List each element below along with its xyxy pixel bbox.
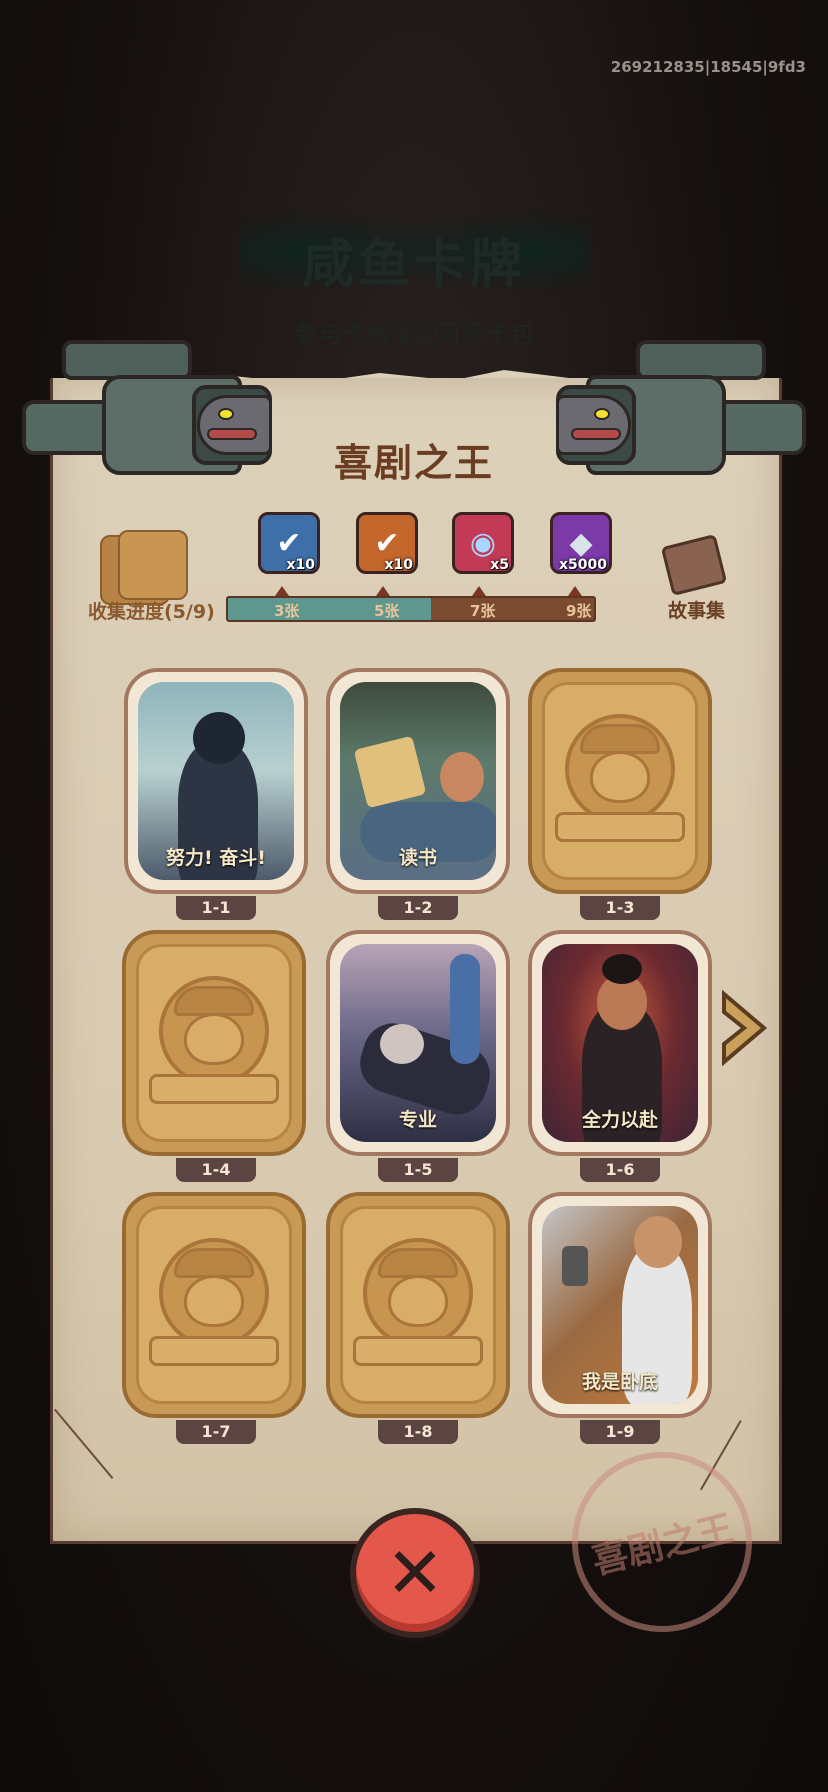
milestone-marker <box>568 586 582 596</box>
locked-card-art <box>340 1206 496 1404</box>
card-art: 专业 <box>340 944 496 1142</box>
milestone-label: 3张 <box>274 602 300 620</box>
background-title: 咸鱼卡牌 <box>301 235 526 295</box>
card-art: 努力! 奋斗! <box>138 682 294 880</box>
progress-label: 收集进度(5/9) <box>88 601 215 623</box>
card-number-tag: 1-2 <box>378 896 458 920</box>
panel-title: 喜剧之王 <box>333 441 494 485</box>
reward-chest[interactable]: ✔ x10 <box>258 512 320 574</box>
milestone-label: 7张 <box>470 602 496 620</box>
milestone-marker <box>275 586 289 596</box>
card-1-5[interactable]: 专业 <box>326 930 510 1156</box>
card-art: 读书 <box>340 682 496 880</box>
card-art: 全力以赴 <box>542 944 698 1142</box>
card-1-1[interactable]: 努力! 奋斗! <box>124 668 308 894</box>
card-number-tag: 1-7 <box>176 1420 256 1444</box>
card-1-6[interactable]: 全力以赴 <box>528 930 712 1156</box>
card-number-tag: 1-1 <box>176 896 256 920</box>
milestone-label: 9张 <box>566 602 592 620</box>
progress-fill <box>228 598 432 620</box>
story-book-icon[interactable] <box>660 533 728 597</box>
card-number-tag: 1-8 <box>378 1420 458 1444</box>
reward-orb[interactable]: ◉ x5 <box>452 512 514 574</box>
card-1-9[interactable]: 我是卧底 <box>528 1192 712 1418</box>
card-1-8[interactable] <box>326 1192 510 1418</box>
reward-key[interactable]: ✔ x10 <box>356 512 418 574</box>
reward-crystal[interactable]: ◆ x5000 <box>550 512 612 574</box>
close-button[interactable]: ✕ <box>350 1508 480 1638</box>
story-collection-label[interactable]: 故事集 <box>668 596 725 623</box>
locked-card-art <box>136 944 292 1142</box>
locked-card-art <box>136 1206 292 1404</box>
card-1-3[interactable] <box>528 668 712 894</box>
milestone-marker <box>376 586 390 596</box>
card-art: 我是卧底 <box>542 1206 698 1404</box>
crystal-icon: ◆ <box>569 525 593 561</box>
card-number-tag: 1-9 <box>580 1420 660 1444</box>
locked-card-art <box>542 682 698 880</box>
card-number-tag: 1-5 <box>378 1158 458 1182</box>
card-1-2[interactable]: 读书 <box>326 668 510 894</box>
card-number-tag: 1-6 <box>580 1158 660 1182</box>
chest-check-icon: ✔ <box>276 525 302 561</box>
key-check-icon: ✔ <box>374 525 400 561</box>
swirl-orb-icon: ◉ <box>469 525 497 561</box>
card-1-7[interactable] <box>122 1192 306 1418</box>
card-stack-icon <box>100 530 188 605</box>
card-number-tag: 1-3 <box>580 896 660 920</box>
next-page-arrow-icon[interactable] <box>716 988 774 1068</box>
uid-label: 269212835|18545|9fd3 <box>610 58 806 76</box>
milestone-marker <box>472 586 486 596</box>
card-1-4[interactable] <box>122 930 306 1156</box>
milestone-label: 5张 <box>374 602 400 620</box>
card-number-tag: 1-4 <box>176 1158 256 1182</box>
close-icon: ✕ <box>385 1532 445 1614</box>
